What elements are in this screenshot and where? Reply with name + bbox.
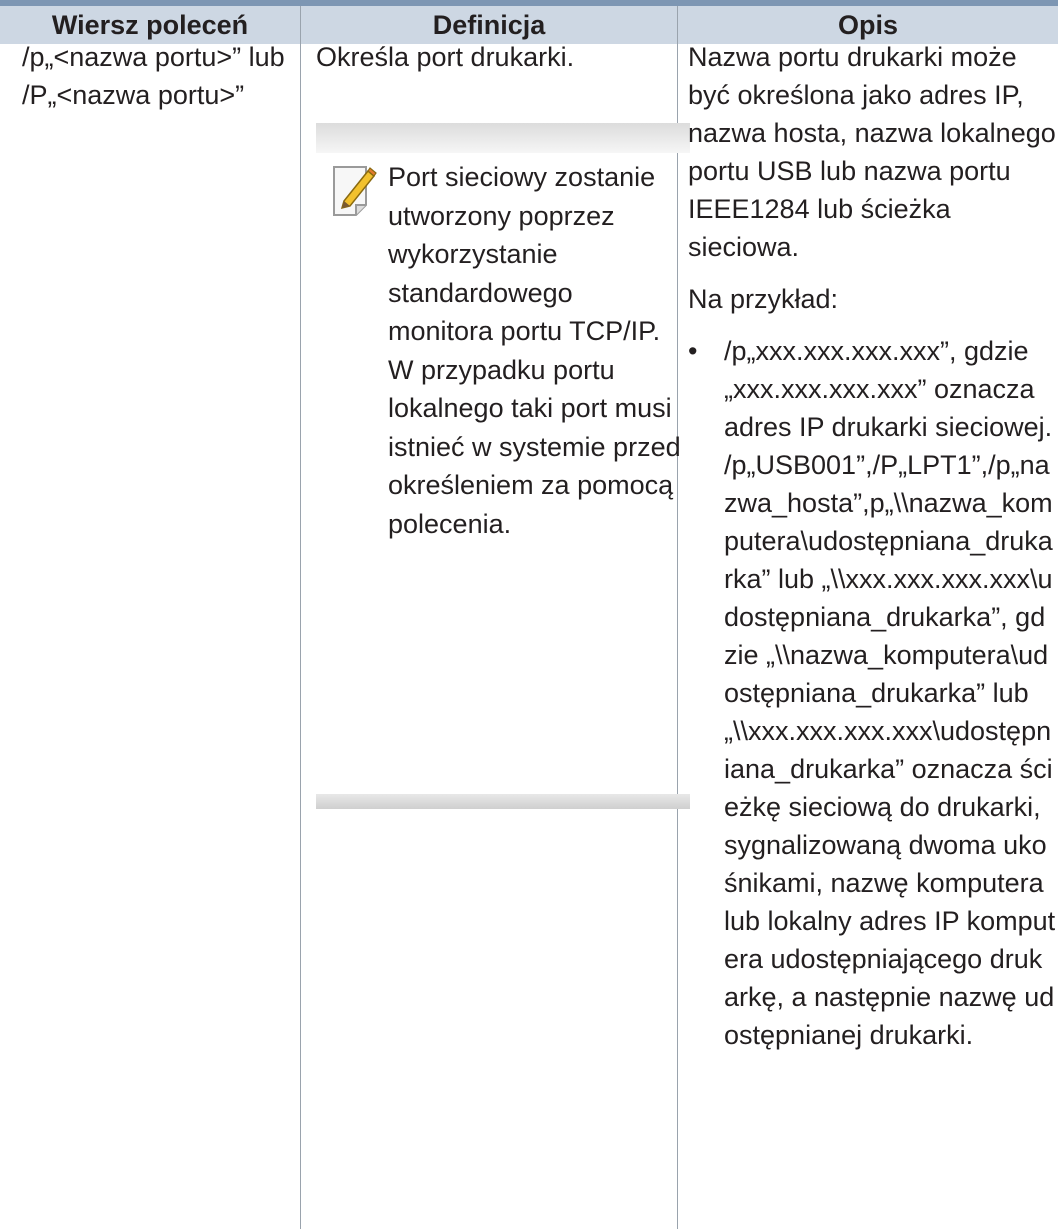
cell-description: Nazwa portu drukarki może być określona …: [688, 38, 1056, 1054]
description-example-label: Na przykład:: [688, 284, 839, 314]
note-bottom-bar: [316, 794, 690, 809]
note-top-bar: [316, 123, 690, 153]
note-text: Port sieciowy zostanie utworzony poprzez…: [388, 162, 681, 539]
note-box: Port sieciowy zostanie utworzony poprzez…: [316, 123, 690, 813]
description-paragraph: Nazwa portu drukarki może być określona …: [688, 42, 1056, 262]
note-pencil-icon: [330, 163, 378, 219]
description-bullet: • /p„xxx.xxx.xxx.xxx”, gdzie „xxx.xxx.xx…: [688, 332, 1056, 1054]
cell-command: /p„<nazwa portu>” lub /P„<nazwa portu>”: [22, 42, 285, 110]
bullet-text: /p„xxx.xxx.xxx.xxx”, gdzie „xxx.xxx.xxx.…: [724, 336, 1056, 1050]
bullet-marker: •: [688, 336, 698, 366]
column-divider-1: [300, 6, 301, 1229]
cell-definition: Określa port drukarki.: [316, 42, 575, 72]
